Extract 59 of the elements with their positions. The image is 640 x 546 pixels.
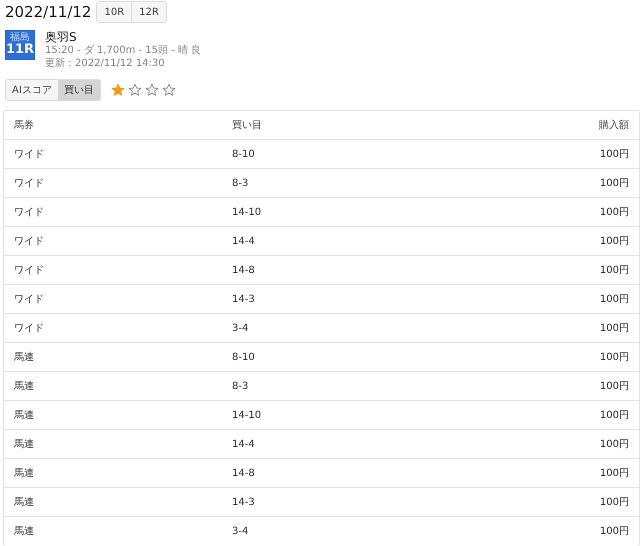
empty-star-icon <box>162 83 176 97</box>
table-cell-text: 100円 <box>600 350 629 364</box>
empty-star-icon <box>144 83 159 97</box>
empty-star-icon <box>128 83 142 97</box>
table-cell-text: 100円 <box>600 496 629 510</box>
race-name: 奥羽S <box>45 30 78 44</box>
table-cell-text: 100円 <box>600 206 629 220</box>
table-cell-text: 馬連 <box>14 524 35 539</box>
table-cell-text: 100円 <box>600 234 629 248</box>
table-cell-text: ワイド <box>14 292 45 306</box>
table-cell-text: 100円 <box>600 408 629 422</box>
table-cell-text: 3-4 <box>232 322 250 336</box>
table-cell-text: 馬連 <box>14 466 35 480</box>
table-cell-text: 14-3 <box>232 292 256 306</box>
table-cell-text: 14-8 <box>232 264 256 278</box>
table-cell-text: ワイド <box>14 234 45 248</box>
table-cell-text: 馬連 <box>14 438 35 452</box>
table-cell-text: 3-4 <box>232 525 250 539</box>
table-cell-text: 100円 <box>600 380 629 394</box>
table-cell-text: 14-8 <box>232 466 256 480</box>
table-cell-text: 馬連 <box>14 496 35 510</box>
table-cell-text: 馬連 <box>14 380 35 394</box>
table-cell-text: ワイド <box>14 176 45 190</box>
table-cell-text: ワイド <box>14 322 45 336</box>
race-date: 2022/11/12 <box>5 2 92 23</box>
table-cell-text: 8-3 <box>232 176 250 190</box>
table-cell-text: 100円 <box>600 292 629 306</box>
table-cell-text: 100円 <box>600 176 629 190</box>
table-cell-text: 14-10 <box>232 408 262 422</box>
table-cell-text: 14-4 <box>232 438 256 452</box>
filled-star-icon <box>110 83 125 97</box>
table-cell-text: 8-10 <box>232 148 256 162</box>
column-header: 買い目 <box>232 118 263 132</box>
race-details: 15:20 - ダ 1,700m - 15頭 - 晴 良 <box>45 44 202 57</box>
table-cell-text: 100円 <box>600 264 629 278</box>
race-number: 11R <box>6 43 34 57</box>
table-cell-text: 100円 <box>600 525 629 539</box>
table-cell-text: 100円 <box>600 322 629 336</box>
table-cell-text: 8-3 <box>232 380 250 394</box>
table-cell-text: 100円 <box>600 466 629 480</box>
update-time: 更新：2022/11/12 14:30 <box>45 57 166 70</box>
table-cell-text: 100円 <box>600 438 629 452</box>
race-tab[interactable]: 12R <box>131 2 166 22</box>
column-header: 購入額 <box>599 118 629 132</box>
table-cell-text: ワイド <box>14 264 45 278</box>
table-cell-text: 馬連 <box>14 408 35 422</box>
view-tab[interactable]: AIスコア <box>6 80 58 100</box>
table-cell-text: 100円 <box>600 148 629 162</box>
table-cell-text: ワイド <box>14 206 45 220</box>
table-cell-text: 8-10 <box>232 350 256 364</box>
view-tab[interactable]: 買い目 <box>58 80 100 100</box>
table-cell-text: ワイド <box>14 148 45 162</box>
venue-label: 福島 <box>10 33 30 43</box>
table-cell-text: 14-10 <box>232 206 262 220</box>
table-cell-text: 14-4 <box>232 234 256 248</box>
table-cell-text: 馬連 <box>14 350 35 364</box>
race-tab[interactable]: 10R <box>97 2 132 22</box>
column-header: 馬券 <box>14 118 35 132</box>
table-cell-text: 14-3 <box>232 496 256 510</box>
